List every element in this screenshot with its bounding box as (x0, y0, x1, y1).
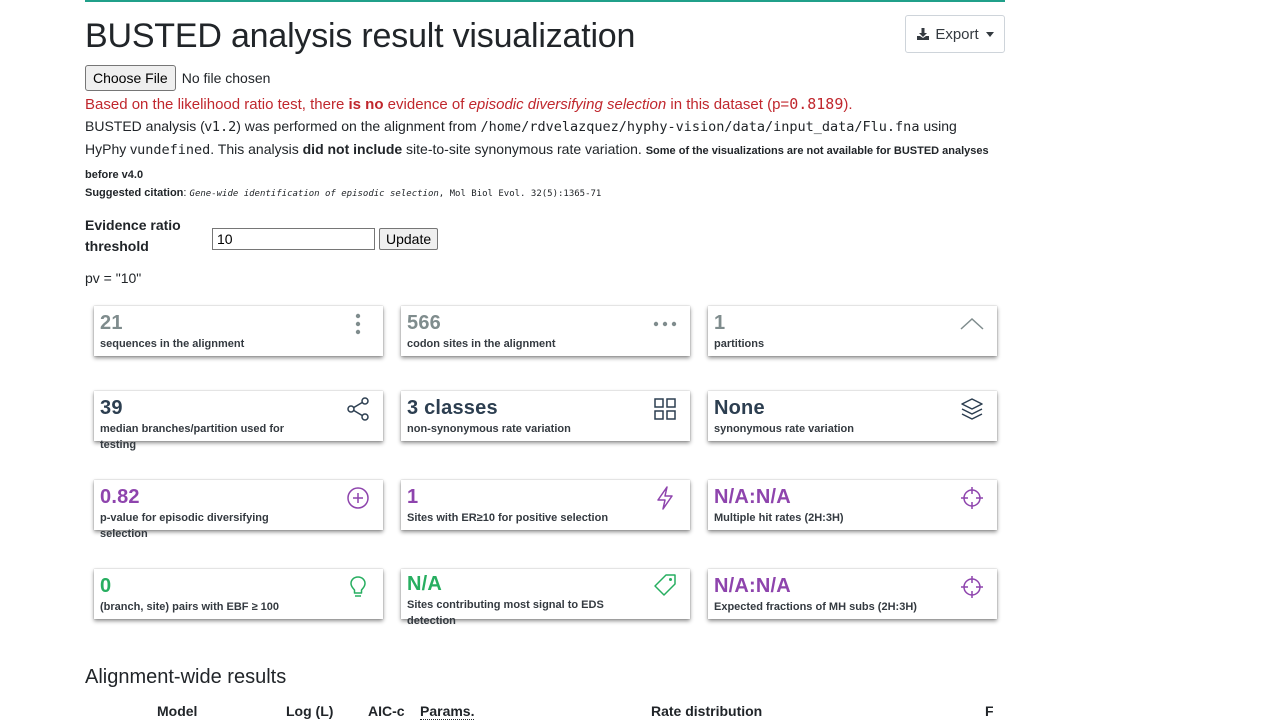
column-header-model: Model (157, 703, 198, 719)
stat-label: Multiple hit rates (2H:3H) (714, 512, 844, 524)
lightning-icon (657, 486, 673, 510)
stat-card-codon-sites: 566 codon sites in the alignment (401, 306, 690, 356)
stat-label: (branch, site) pairs with EBF ≥ 100 (100, 601, 280, 613)
stat-card-sequences: 21 sequences in the alignment (94, 306, 383, 356)
tag-icon (654, 574, 676, 596)
file-status: No file chosen (181, 70, 271, 86)
top-divider (85, 0, 1005, 2)
share-icon (347, 397, 369, 421)
stat-card-syn-rate: None synonymous rate variation (708, 391, 997, 441)
page-title: BUSTED analysis result visualization (85, 17, 636, 55)
citation-journal: , Mol Biol Evol. 32(5):1365-71 (438, 189, 602, 199)
stat-card-eds-sites: N/A Sites contributing most signal to ED… (401, 569, 690, 627)
export-label: Export (935, 25, 979, 43)
stat-value: N/A:N/A (714, 486, 791, 508)
column-header-truncated: F (985, 703, 993, 719)
stat-value: N/A (407, 573, 443, 595)
stat-label: non-synonymous rate variation (407, 423, 571, 435)
stat-value: 39 (100, 397, 123, 419)
result-summary: Based on the likelihood ratio test, ther… (85, 95, 853, 113)
choose-file-button[interactable]: Choose File (85, 65, 176, 91)
lightbulb-icon (350, 576, 366, 597)
crosshair-icon (961, 576, 983, 598)
stat-value: 1 (407, 486, 419, 508)
stat-card-mh-fractions: N/A:N/A Expected fractions of MH subs (2… (708, 569, 997, 619)
stat-card-pvalue: 0.82 p-value for episodic diversifying s… (94, 480, 383, 540)
stat-value: 566 (407, 312, 441, 334)
selection-type: episodic diversifying selection (468, 96, 667, 113)
stat-label: Sites with ER≥10 for positive selection (407, 512, 609, 524)
stat-label: Sites contributing most signal to EDS de… (407, 599, 604, 627)
download-icon (917, 28, 930, 40)
threshold-label: Evidence ratio threshold (85, 217, 181, 254)
plus-circle-icon (347, 487, 369, 509)
stat-card-er-sites: 1 Sites with ER≥10 for positive selectio… (401, 480, 690, 530)
vertical-dots-icon (355, 313, 361, 335)
stat-card-nonsyn-rate: 3 classes non-synonymous rate variation (401, 391, 690, 441)
hyphy-version: undefined (137, 142, 211, 158)
column-header-logl: Log (L) (286, 703, 334, 719)
update-button[interactable]: Update (379, 228, 439, 250)
stat-label: sequences in the alignment (100, 338, 245, 350)
stat-value: 1 (714, 312, 726, 334)
busted-version: 1.2 (211, 119, 237, 135)
export-button[interactable]: Export (905, 15, 1005, 53)
stat-label: partitions (714, 338, 765, 350)
stat-value: None (714, 397, 765, 419)
horizontal-dots-icon (653, 321, 677, 327)
stat-value: 0.82 (100, 486, 140, 508)
stat-label: synonymous rate variation (714, 423, 854, 435)
threshold-input[interactable] (212, 228, 375, 250)
stat-value: N/A:N/A (714, 575, 791, 597)
chevron-down-icon (985, 31, 994, 37)
grid-icon (654, 398, 676, 420)
input-file-path: /home/rdvelazquez/hyphy-vision/data/inpu… (480, 119, 920, 135)
p-value: 0.8189 (789, 95, 844, 113)
citation: Suggested citation: Gene-wide identifica… (85, 187, 602, 199)
layers-icon (961, 398, 983, 420)
column-header-aicc: AIC-c (368, 703, 405, 719)
stat-value: 21 (100, 312, 123, 334)
chevron-up-icon (960, 317, 984, 330)
column-header-rate-distribution: Rate distribution (651, 703, 763, 719)
stat-value: 3 classes (407, 397, 498, 419)
citation-title: Gene-wide identification of episodic sel… (189, 189, 439, 199)
crosshair-icon (961, 487, 983, 509)
result-emphasis: is no (348, 96, 384, 113)
stat-label: median branches/partition used for testi… (100, 423, 284, 451)
pv-readout: pv = "10" (85, 270, 142, 286)
stat-label: p-value for episodic diversifying select… (100, 512, 269, 540)
column-header-params[interactable]: Params. (420, 703, 475, 720)
stat-label: Expected fractions of MH subs (2H:3H) (714, 601, 917, 613)
stat-card-partitions: 1 partitions (708, 306, 997, 356)
file-upload: Choose File No file chosen (85, 65, 270, 91)
stat-value: 0 (100, 575, 112, 597)
stat-card-ebf-pairs: 0 (branch, site) pairs with EBF ≥ 100 (94, 569, 383, 619)
section-title-alignment: Alignment-wide results (85, 666, 287, 688)
analysis-description: BUSTED analysis (v1.2) was performed on … (85, 118, 989, 181)
stat-card-branches: 39 median branches/partition used for te… (94, 391, 383, 451)
stat-card-multihit-rates: N/A:N/A Multiple hit rates (2H:3H) (708, 480, 997, 530)
stat-label: codon sites in the alignment (407, 338, 556, 350)
